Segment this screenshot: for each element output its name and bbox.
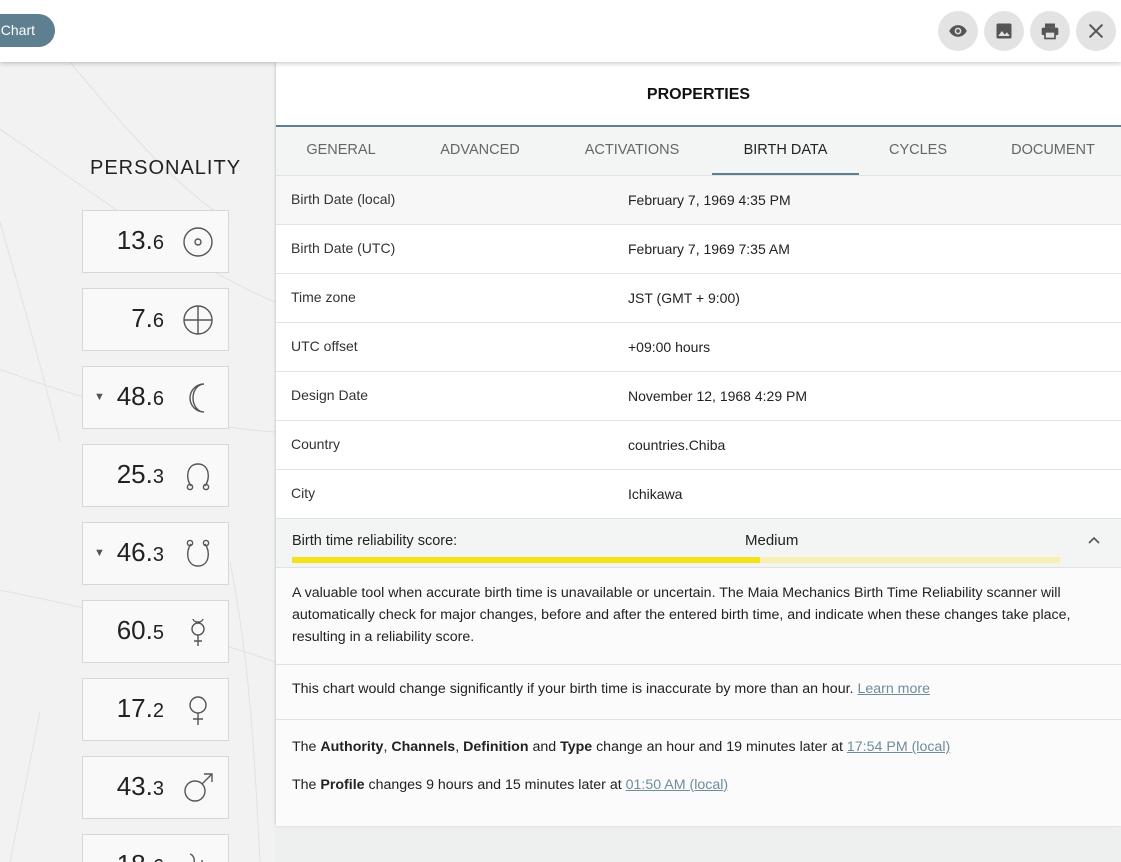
change-item: The Authority, Channels, Definition and … (292, 739, 951, 755)
gate-row-venus[interactable]: 17.2 (82, 678, 229, 741)
image-button[interactable] (984, 11, 1024, 51)
reliability-bar (292, 557, 1060, 563)
print-button[interactable] (1030, 11, 1070, 51)
gate-row-moon[interactable]: ▼ 48.6 (82, 366, 229, 429)
top-bar: Chart (0, 0, 1121, 62)
gate-arrow: ▼ (94, 547, 105, 559)
gate-row-mars[interactable]: 43.3 (82, 756, 229, 819)
gate-number: 46.3 (116, 537, 164, 567)
gate-row-mercury[interactable]: 60.5 (82, 600, 229, 663)
gate-number: 60.5 (116, 615, 164, 645)
north-node-icon (186, 463, 210, 491)
row-label: Birth Date (local) (291, 191, 396, 207)
note-text: This chart would change significantly if… (292, 681, 854, 697)
earth-icon (183, 305, 213, 335)
table-row: UTC offset +09:00 hours (276, 323, 1121, 372)
tab-cycles[interactable]: CYCLES (874, 127, 962, 175)
reliability-bar-fill (292, 557, 761, 563)
change-time-link[interactable]: 01:50 AM (local) (626, 777, 729, 793)
gate-number: 25.3 (116, 459, 164, 489)
gate-number: 13.6 (116, 225, 164, 255)
gate-number: 7.6 (131, 303, 164, 333)
row-label: Birth Date (UTC) (291, 240, 396, 256)
sun-icon (183, 227, 213, 257)
change-item: The Profile changes 9 hours and 15 minut… (292, 777, 729, 793)
reliability-label: Birth time reliability score: (292, 533, 458, 549)
close-button[interactable] (1076, 11, 1116, 51)
reliability-level: Medium (745, 532, 799, 549)
venus-icon (189, 696, 207, 725)
south-node-icon (186, 539, 210, 567)
gate-row-jupiter[interactable]: 18.6 (82, 834, 229, 862)
learn-more-link[interactable]: Learn more (857, 681, 930, 697)
row-value: February 7, 1969 7:35 AM (628, 241, 790, 257)
gate-number: 18.6 (117, 849, 164, 862)
preview-button[interactable] (938, 11, 978, 51)
table-row: City Ichikawa (276, 470, 1121, 519)
tab-advanced[interactable]: ADVANCED (424, 127, 536, 175)
gate-row-north-node[interactable]: 25.3 (82, 444, 229, 507)
row-label: Time zone (291, 289, 356, 305)
bodygraph-panel: PERSONALITY 13.6 7.6 ▼ 48.6 25.3 ▼ 46.3 … (0, 62, 275, 862)
row-value: February 7, 1969 4:35 PM (628, 192, 791, 208)
properties-title: PROPERTIES (276, 62, 1121, 127)
table-row: Birth Date (local) February 7, 1969 4:35… (276, 176, 1121, 225)
eye-icon (949, 25, 967, 37)
personality-title: PERSONALITY (90, 157, 242, 179)
row-value: November 12, 1968 4:29 PM (628, 388, 807, 404)
row-value: JST (GMT + 9:00) (628, 290, 740, 306)
tab-birth-data[interactable]: BIRTH DATA (712, 127, 859, 175)
gate-number: 48.6 (116, 381, 164, 411)
accuracy-note: This chart would change significantly if… (276, 665, 1121, 720)
row-value: +09:00 hours (628, 339, 711, 355)
row-label: UTC offset (291, 338, 358, 354)
row-label: City (291, 485, 316, 501)
chart-button[interactable]: Chart (0, 14, 55, 47)
properties-panel: PROPERTIES GENERAL ADVANCED ACTIVATIONS … (276, 62, 1121, 826)
table-row: Birth Date (UTC) February 7, 1969 7:35 A… (276, 225, 1121, 274)
image-icon (996, 23, 1012, 39)
gate-number: 17.2 (116, 693, 164, 723)
row-value: countries.Chiba (628, 437, 726, 453)
tab-general[interactable]: GENERAL (286, 127, 396, 175)
change-list: The Authority, Channels, Definition and … (276, 720, 1121, 826)
row-label: Country (291, 436, 341, 452)
gate-row-earth[interactable]: 7.6 (82, 288, 229, 351)
gate-row-south-node[interactable]: ▼ 46.3 (82, 522, 229, 585)
reliability-header[interactable]: Birth time reliability score: Medium (276, 519, 1121, 568)
jupiter-icon (189, 853, 203, 862)
close-icon (1089, 24, 1103, 38)
tab-activations[interactable]: ACTIVATIONS (572, 127, 692, 175)
table-row: Country countries.Chiba (276, 421, 1121, 470)
gate-arrow: ▼ (94, 391, 105, 403)
moon-icon (189, 383, 205, 413)
chevron-up-icon[interactable] (1087, 533, 1101, 547)
table-row: Time zone JST (GMT + 9:00) (276, 274, 1121, 323)
reliability-description: A valuable tool when accurate birth time… (276, 568, 1121, 665)
gate-row-sun[interactable]: 13.6 (82, 210, 229, 273)
properties-tabs: GENERAL ADVANCED ACTIVATIONS BIRTH DATA … (276, 127, 1121, 176)
row-value: Ichikawa (628, 486, 683, 502)
print-icon (1041, 23, 1059, 40)
birth-data-table: Birth Date (local) February 7, 1969 4:35… (276, 176, 1121, 519)
table-row: Design Date November 12, 1968 4:29 PM (276, 372, 1121, 421)
mars-icon (184, 773, 213, 802)
mercury-icon (191, 618, 205, 646)
gate-number: 43.3 (116, 771, 164, 801)
row-label: Design Date (291, 387, 369, 403)
tab-document[interactable]: DOCUMENT (998, 127, 1108, 175)
change-time-link[interactable]: 17:54 PM (local) (847, 739, 950, 755)
